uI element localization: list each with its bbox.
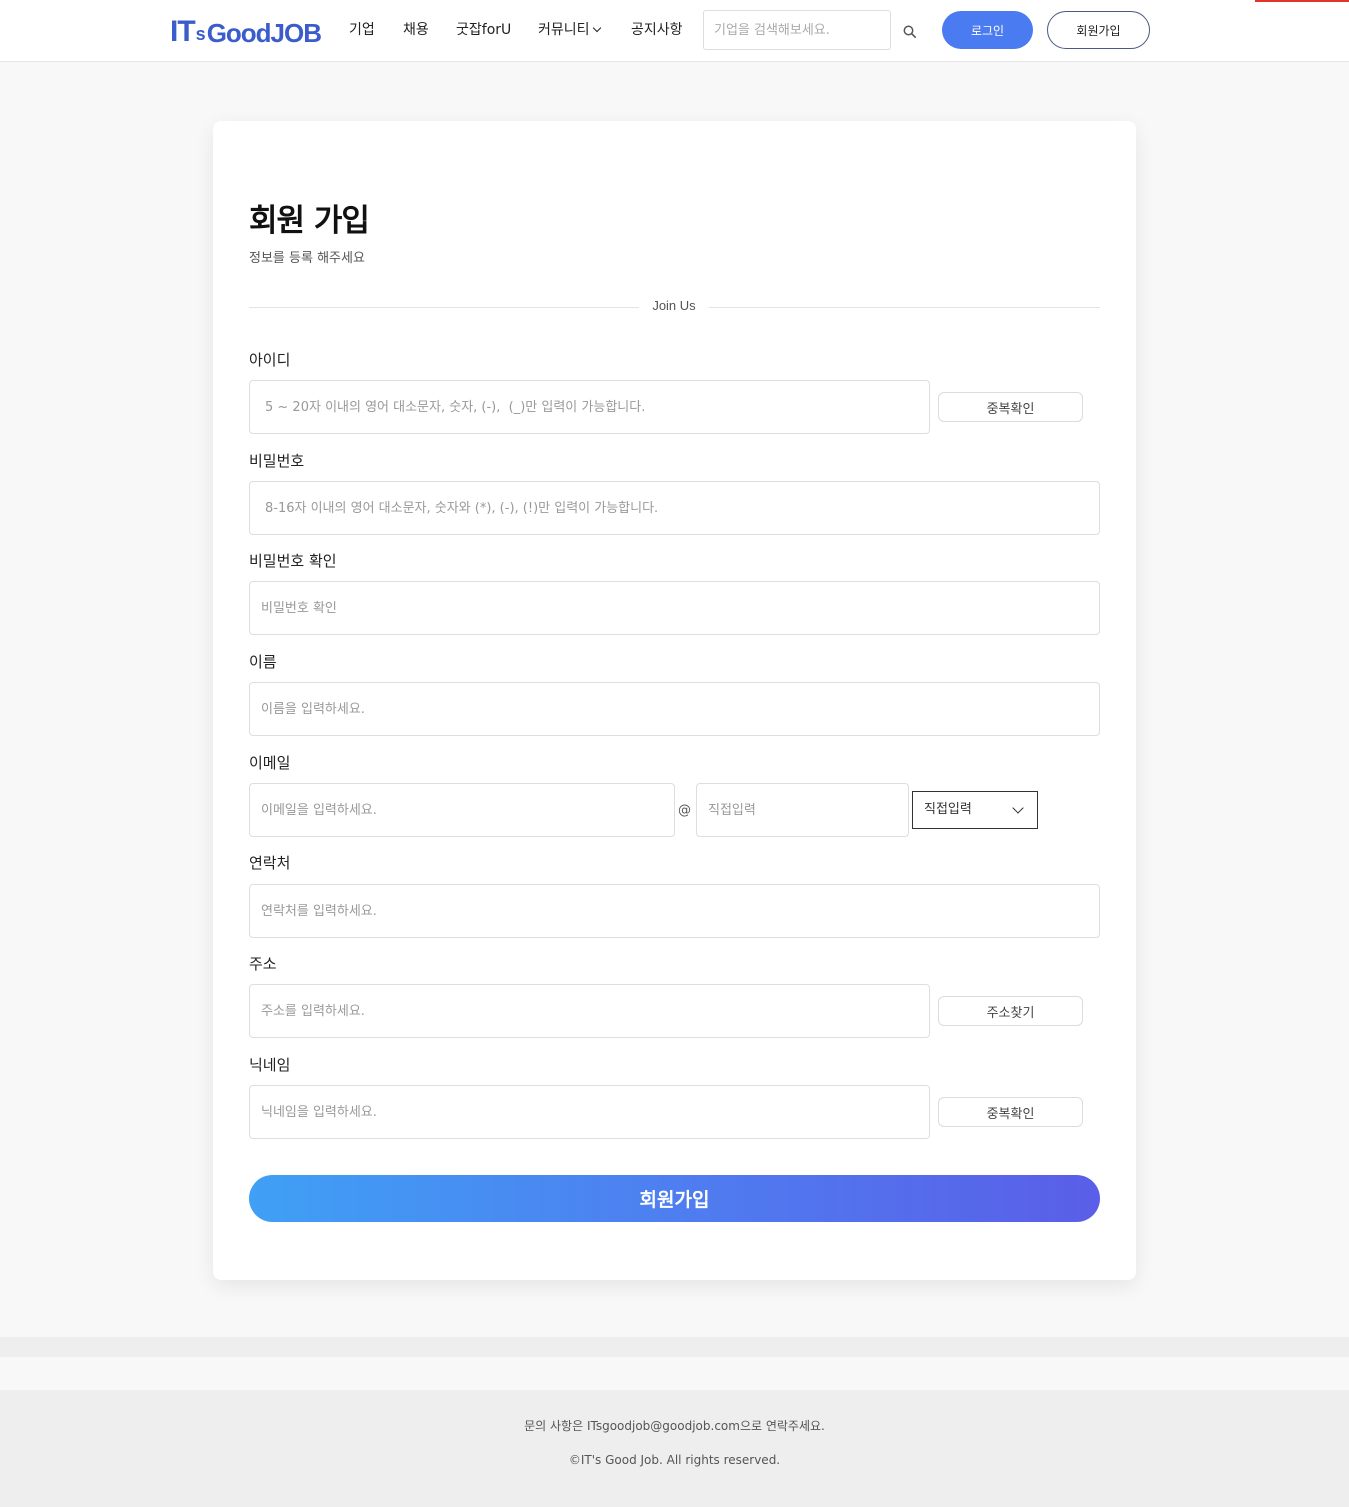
phone-label: 연락처 [249, 854, 291, 872]
name-field[interactable] [249, 682, 1100, 736]
signup-nav-button[interactable]: 회원가입 [1047, 11, 1150, 49]
nav-item-goodjob-foru[interactable]: 굿잡forU [456, 19, 511, 39]
login-button[interactable]: 로그인 [942, 11, 1033, 49]
email-label: 이메일 [249, 754, 291, 772]
id-label: 아이디 [249, 351, 291, 369]
id-duplicate-check-button[interactable]: 중복확인 [938, 392, 1083, 422]
search-input[interactable] [703, 10, 891, 50]
email-domain-select[interactable]: 직접입력 [912, 791, 1038, 829]
search-icon[interactable] [903, 25, 916, 38]
logo-text-it: IT [170, 15, 196, 48]
signup-card: 회원 가입 정보를 등록 해주세요 Join Us 아이디 중복확인 비밀번호 … [213, 121, 1136, 1280]
footer-band [0, 1337, 1349, 1357]
password-confirm-label: 비밀번호 확인 [249, 552, 337, 570]
signup-submit-button[interactable]: 회원가입 [249, 1175, 1100, 1222]
page-title: 회원 가입 [249, 203, 370, 239]
site-logo[interactable]: IT s GoodJOB [170, 14, 322, 49]
email-domain-field[interactable] [696, 783, 909, 837]
address-search-button[interactable]: 주소찾기 [938, 996, 1083, 1026]
chevron-down-icon [592, 23, 601, 33]
chevron-down-icon [1012, 802, 1024, 814]
nav-item-notice[interactable]: 공지사항 [631, 19, 683, 39]
divider-label: Join Us [639, 298, 709, 313]
at-sign: @ [678, 803, 691, 818]
nickname-label: 닉네임 [249, 1056, 291, 1074]
top-header: IT s GoodJOB 기업 채용 굿잡forU 커뮤니티 공지사항 로그인 … [0, 0, 1349, 62]
email-id-field[interactable] [249, 783, 675, 837]
email-domain-select-value: 직접입력 [924, 802, 972, 817]
footer-contact: 문의 사항은 ITsgoodjob@goodjob.com으로 연락주세요. [524, 1419, 825, 1433]
logo-text-goodjob: GoodJOB [206, 18, 322, 48]
nav-item-community[interactable]: 커뮤니티 [538, 19, 601, 39]
password-label: 비밀번호 [249, 452, 305, 470]
nickname-duplicate-check-button[interactable]: 중복확인 [938, 1097, 1083, 1127]
footer-copyright: ©IT's Good Job. All rights reserved. [568, 1453, 781, 1467]
logo-text-s: s [195, 24, 206, 44]
nav-item-community-label: 커뮤니티 [538, 22, 590, 38]
name-label: 이름 [249, 653, 277, 671]
address-field[interactable] [249, 984, 930, 1038]
address-label: 주소 [249, 955, 277, 973]
phone-field[interactable] [249, 884, 1100, 938]
password-field[interactable] [249, 481, 1100, 535]
password-confirm-field[interactable] [249, 581, 1100, 635]
nav-item-company[interactable]: 기업 [349, 19, 375, 39]
page-subtitle: 정보를 등록 해주세요 [249, 251, 365, 266]
nickname-field[interactable] [249, 1085, 930, 1139]
accent-line [1255, 0, 1349, 2]
id-field[interactable] [249, 380, 930, 434]
footer: 문의 사항은 ITsgoodjob@goodjob.com으로 연락주세요. ©… [0, 1390, 1349, 1507]
nav-item-recruit[interactable]: 채용 [403, 19, 429, 39]
